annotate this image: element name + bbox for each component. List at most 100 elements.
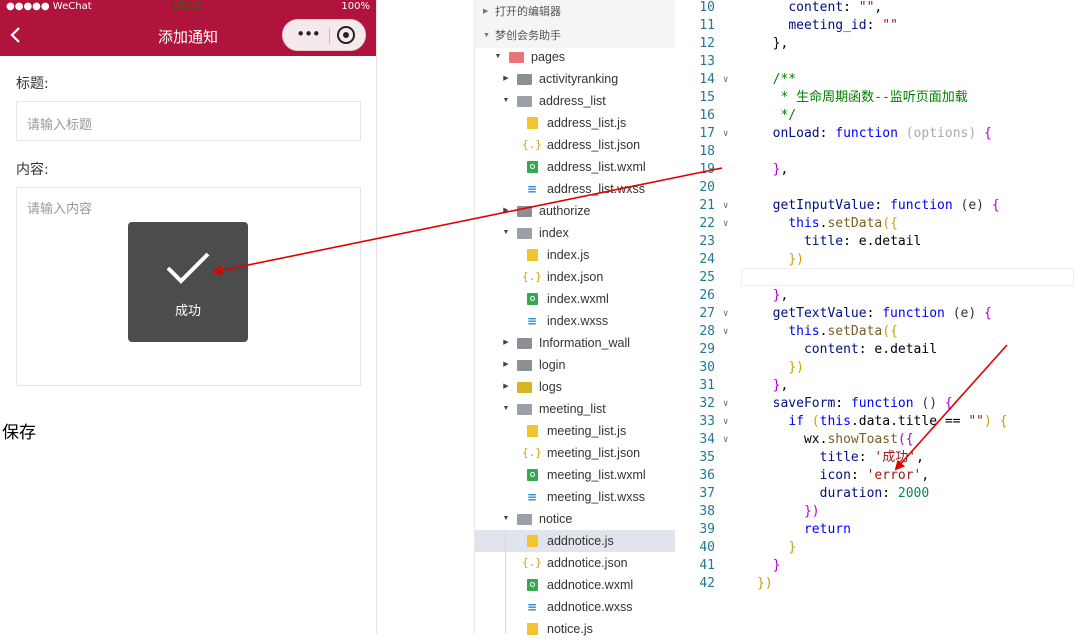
- line-number: 14: [699, 72, 715, 87]
- tree-item-label: pages: [531, 50, 566, 64]
- code-text: }): [803, 504, 820, 519]
- wxml-file-icon: [527, 469, 538, 481]
- code-text: if (this.data.title == "") {: [788, 414, 1008, 429]
- tree-item-label: activityranking: [539, 72, 619, 86]
- line-number: 42: [699, 576, 715, 591]
- chevron-down-icon: ▼: [483, 32, 490, 39]
- tree-file[interactable]: ≡ address_list.wxss: [475, 178, 675, 200]
- code-text: content: e.detail: [803, 342, 938, 357]
- close-target-icon[interactable]: [337, 26, 355, 44]
- chevron-down-icon: ▼: [494, 53, 502, 60]
- tree-file[interactable]: address_list.wxml: [475, 156, 675, 178]
- code-line: 24 }): [675, 251, 1074, 269]
- open-editors-header[interactable]: ▶ 打开的编辑器: [475, 0, 675, 24]
- chevron-right-icon: ▶: [503, 207, 509, 214]
- tree-item-label: addnotice.wxml: [547, 578, 634, 592]
- code-line: 25: [675, 269, 1074, 287]
- code-editor[interactable]: 10 content: "", 11 meeting_id: "" 12 }, 13 1…: [675, 0, 1074, 634]
- line-number: 30: [699, 360, 715, 375]
- code-text: wx.showToast({: [757, 432, 914, 447]
- tree-file[interactable]: ≡ meeting_list.wxss: [475, 486, 675, 508]
- tree-file[interactable]: meeting_list.js: [475, 420, 675, 442]
- line-number: 21: [699, 198, 715, 213]
- indent-guide: [505, 530, 506, 634]
- tree-file[interactable]: {.} address_list.json: [475, 134, 675, 156]
- wxml-file-icon: [527, 579, 538, 591]
- tree-folder[interactable]: ▶ activityranking: [475, 68, 675, 90]
- code-line: 17 ∨ onLoad: function (options) {: [675, 125, 1074, 143]
- code-line: 21 ∨ getInputValue: function (e) {: [675, 197, 1074, 215]
- code-text: }): [788, 360, 804, 375]
- line-number: 23: [699, 234, 715, 249]
- tree-folder[interactable]: ▶ Information_wall: [475, 332, 675, 354]
- tree-file[interactable]: index.wxml: [475, 288, 675, 310]
- fold-chevron-icon[interactable]: ∨: [723, 215, 728, 233]
- code-line: 40 }: [675, 539, 1074, 557]
- tree-item-label: Information_wall: [539, 336, 631, 350]
- tree-file[interactable]: {.} index.json: [475, 266, 675, 288]
- tree-item-label: index.wxml: [547, 292, 609, 306]
- tree-folder[interactable]: ▼ index: [475, 222, 675, 244]
- project-header[interactable]: ▼ 梦创会务助手: [475, 24, 675, 48]
- code-line: 26 },: [675, 287, 1074, 305]
- tree-item-label: meeting_list.wxss: [547, 490, 645, 504]
- tree-file[interactable]: index.js: [475, 244, 675, 266]
- fold-chevron-icon[interactable]: ∨: [723, 395, 728, 413]
- check-icon: [166, 252, 210, 284]
- code-line: 28 ∨ this.setData({: [675, 323, 1074, 341]
- tree-folder[interactable]: ▶ login: [475, 354, 675, 376]
- tree-folder[interactable]: ▼ pages: [475, 46, 675, 68]
- tree-folder[interactable]: ▶ authorize: [475, 200, 675, 222]
- open-editors-label: 打开的编辑器: [495, 6, 561, 18]
- fold-chevron-icon[interactable]: ∨: [723, 413, 728, 431]
- code-text: }): [788, 252, 804, 267]
- tree-file[interactable]: meeting_list.wxml: [475, 464, 675, 486]
- code-text: content: "",: [788, 0, 883, 15]
- code-text: return: [803, 522, 851, 537]
- code-text: getInputValue: function (e) {: [772, 198, 1000, 213]
- line-number: 13: [699, 54, 715, 69]
- tree-item-label: address_list.wxml: [547, 160, 646, 174]
- tree-file[interactable]: {.} meeting_list.json: [475, 442, 675, 464]
- code-line: 30 }): [675, 359, 1074, 377]
- tree-item-label: address_list.json: [547, 138, 641, 152]
- folder-icon: [517, 404, 532, 415]
- code-text: onLoad: function (options) {: [772, 126, 992, 141]
- fold-chevron-icon[interactable]: ∨: [723, 71, 728, 89]
- save-button[interactable]: 保存: [2, 418, 36, 443]
- line-number: 10: [699, 0, 715, 15]
- title-input[interactable]: 请输入标题: [16, 101, 361, 141]
- fold-chevron-icon[interactable]: ∨: [723, 125, 728, 143]
- tree-file[interactable]: ≡ index.wxss: [475, 310, 675, 332]
- tree-folder[interactable]: ▶ logs: [475, 376, 675, 398]
- tree-item-label: meeting_list: [539, 402, 606, 416]
- tree-item-label: addnotice.json: [547, 556, 628, 570]
- tree-folder[interactable]: ▼ notice: [475, 508, 675, 530]
- line-number: 29: [699, 342, 715, 357]
- chevron-right-icon: ▶: [503, 339, 509, 346]
- tree-item-label: authorize: [539, 204, 591, 218]
- fold-chevron-icon[interactable]: ∨: [723, 431, 728, 449]
- fold-chevron-icon[interactable]: ∨: [723, 305, 728, 323]
- wxml-file-icon: [527, 293, 538, 305]
- tree-item-label: address_list.js: [547, 116, 627, 130]
- code-text: this.setData({: [788, 216, 898, 231]
- fold-chevron-icon[interactable]: ∨: [723, 323, 728, 341]
- code-line: 33 ∨ if (this.data.title == "") {: [675, 413, 1074, 431]
- more-icon[interactable]: •••: [291, 24, 325, 46]
- code-text: }: [788, 540, 797, 555]
- tree-item-label: meeting_list.wxml: [547, 468, 646, 482]
- line-number: 38: [699, 504, 715, 519]
- tree-file[interactable]: address_list.js: [475, 112, 675, 134]
- line-number: 35: [699, 450, 715, 465]
- folder-icon: [517, 228, 532, 239]
- wxss-file-icon: ≡: [527, 182, 538, 196]
- tree-folder[interactable]: ▼ meeting_list: [475, 398, 675, 420]
- line-number: 26: [699, 288, 715, 303]
- wxml-file-icon: [527, 161, 538, 173]
- fold-chevron-icon[interactable]: ∨: [723, 197, 728, 215]
- code-text: title: '成功',: [819, 450, 924, 465]
- clock: 17:10: [172, 1, 201, 12]
- tree-folder[interactable]: ▼ address_list: [475, 90, 675, 112]
- code-line: 29 content: e.detail: [675, 341, 1074, 359]
